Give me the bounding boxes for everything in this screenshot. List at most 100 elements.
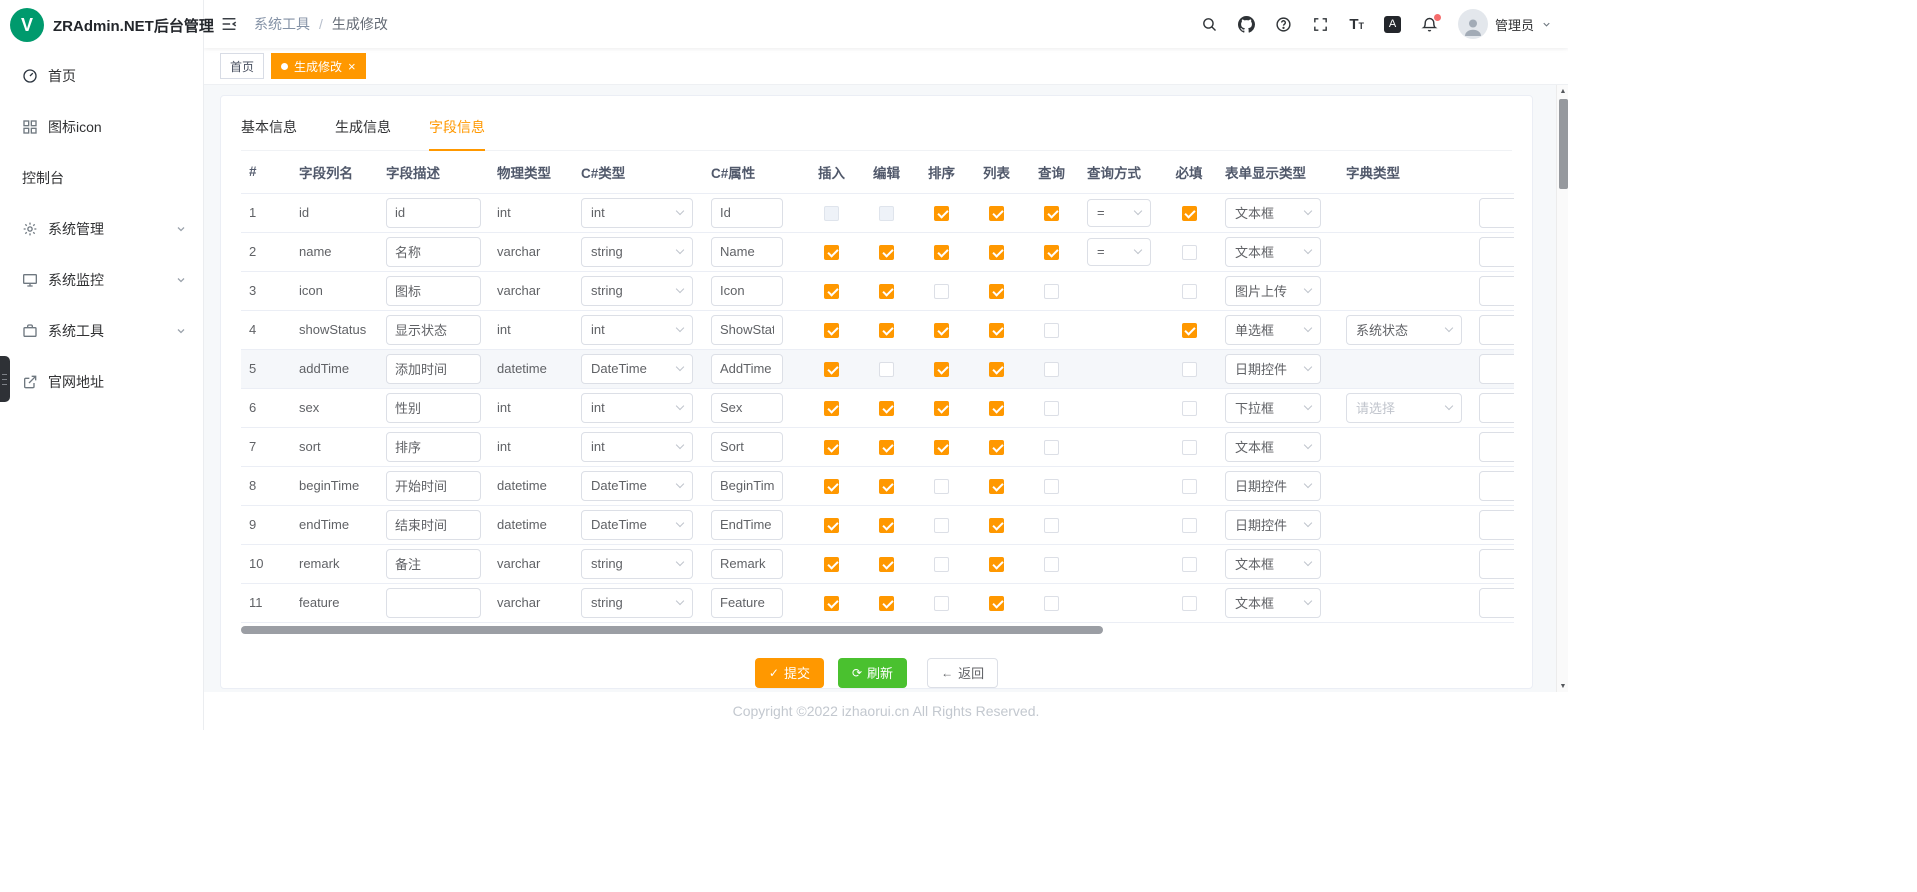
description-input[interactable] xyxy=(386,588,481,618)
sidebar-item-home[interactable]: 首页 xyxy=(0,50,203,101)
edit-checkbox[interactable] xyxy=(879,206,894,221)
refresh-button[interactable]: ⟳ 刷新 xyxy=(838,658,907,688)
extra-input[interactable] xyxy=(1479,237,1514,267)
sort-checkbox[interactable] xyxy=(934,596,949,611)
csharp-property-input[interactable] xyxy=(711,588,783,618)
notification-bell-icon[interactable] xyxy=(1421,16,1438,33)
edit-checkbox[interactable] xyxy=(879,440,894,455)
sort-checkbox[interactable] xyxy=(934,479,949,494)
list-checkbox[interactable] xyxy=(989,440,1004,455)
description-input[interactable] xyxy=(386,237,481,267)
csharp-property-input[interactable] xyxy=(711,432,783,462)
query-checkbox[interactable] xyxy=(1044,206,1059,221)
csharp-property-input[interactable] xyxy=(711,276,783,306)
edit-checkbox[interactable] xyxy=(879,479,894,494)
extra-input[interactable] xyxy=(1479,549,1514,579)
sidebar-item-icons[interactable]: 图标icon xyxy=(0,101,203,152)
tab-field-info[interactable]: 字段信息 xyxy=(429,117,485,150)
insert-checkbox[interactable] xyxy=(824,284,839,299)
help-icon[interactable] xyxy=(1275,16,1292,33)
csharp-type-select[interactable]: int xyxy=(581,393,693,423)
edit-checkbox[interactable] xyxy=(879,401,894,416)
font-size-icon[interactable]: TT xyxy=(1349,17,1364,32)
list-checkbox[interactable] xyxy=(989,557,1004,572)
back-button[interactable]: ← 返回 xyxy=(927,658,998,688)
edit-checkbox[interactable] xyxy=(879,323,894,338)
query-checkbox[interactable] xyxy=(1044,284,1059,299)
dict-type-select[interactable]: 请选择 xyxy=(1346,393,1462,423)
sort-checkbox[interactable] xyxy=(934,362,949,377)
description-input[interactable] xyxy=(386,276,481,306)
scroll-up-arrow-icon[interactable]: ▲ xyxy=(1557,85,1568,97)
insert-checkbox[interactable] xyxy=(824,401,839,416)
sort-checkbox[interactable] xyxy=(934,440,949,455)
edit-checkbox[interactable] xyxy=(879,362,894,377)
sidebar-item-website[interactable]: 官网地址 xyxy=(0,356,203,407)
csharp-type-select[interactable]: DateTime xyxy=(581,471,693,501)
sort-checkbox[interactable] xyxy=(934,323,949,338)
description-input[interactable] xyxy=(386,393,481,423)
description-input[interactable] xyxy=(386,315,481,345)
csharp-type-select[interactable]: string xyxy=(581,588,693,618)
user-menu[interactable]: 管理员 xyxy=(1458,9,1552,39)
required-checkbox[interactable] xyxy=(1182,557,1197,572)
app-logo[interactable]: V ZRAdmin.NET后台管理 xyxy=(0,0,203,50)
vertical-scrollbar[interactable]: ▲ ▼ xyxy=(1556,85,1568,692)
sort-checkbox[interactable] xyxy=(934,206,949,221)
csharp-property-input[interactable] xyxy=(711,393,783,423)
vertical-scrollbar-thumb[interactable] xyxy=(1559,99,1568,189)
query-checkbox[interactable] xyxy=(1044,362,1059,377)
edit-checkbox[interactable] xyxy=(879,596,894,611)
horizontal-scrollbar-thumb[interactable] xyxy=(241,626,1103,634)
list-checkbox[interactable] xyxy=(989,518,1004,533)
query-mode-select[interactable]: = xyxy=(1087,238,1151,266)
breadcrumb-parent[interactable]: 系统工具 xyxy=(254,14,310,34)
tag-home[interactable]: 首页 xyxy=(220,53,264,79)
submit-button[interactable]: ✓ 提交 xyxy=(755,658,824,688)
query-checkbox[interactable] xyxy=(1044,440,1059,455)
sort-checkbox[interactable] xyxy=(934,284,949,299)
csharp-type-select[interactable]: int xyxy=(581,198,693,228)
extra-input[interactable] xyxy=(1479,510,1514,540)
csharp-type-select[interactable]: int xyxy=(581,315,693,345)
sidebar-item-system-manage[interactable]: 系统管理 xyxy=(0,203,203,254)
insert-checkbox[interactable] xyxy=(824,245,839,260)
display-type-select[interactable]: 文本框 xyxy=(1225,198,1321,228)
edit-checkbox[interactable] xyxy=(879,284,894,299)
csharp-property-input[interactable] xyxy=(711,315,783,345)
csharp-type-select[interactable]: DateTime xyxy=(581,510,693,540)
required-checkbox[interactable] xyxy=(1182,323,1197,338)
query-checkbox[interactable] xyxy=(1044,518,1059,533)
description-input[interactable] xyxy=(386,510,481,540)
query-checkbox[interactable] xyxy=(1044,596,1059,611)
display-type-select[interactable]: 日期控件 xyxy=(1225,510,1321,540)
required-checkbox[interactable] xyxy=(1182,440,1197,455)
tab-generate-info[interactable]: 生成信息 xyxy=(335,117,391,150)
github-icon[interactable] xyxy=(1238,16,1255,33)
description-input[interactable] xyxy=(386,549,481,579)
extra-input[interactable] xyxy=(1479,471,1514,501)
sort-checkbox[interactable] xyxy=(934,518,949,533)
required-checkbox[interactable] xyxy=(1182,596,1197,611)
fullscreen-icon[interactable] xyxy=(1312,16,1329,33)
sidebar-collapse-icon[interactable] xyxy=(220,15,238,33)
sort-checkbox[interactable] xyxy=(934,245,949,260)
description-input[interactable] xyxy=(386,432,481,462)
description-input[interactable] xyxy=(386,354,481,384)
required-checkbox[interactable] xyxy=(1182,518,1197,533)
display-type-select[interactable]: 日期控件 xyxy=(1225,471,1321,501)
insert-checkbox[interactable] xyxy=(824,323,839,338)
display-type-select[interactable]: 文本框 xyxy=(1225,588,1321,618)
query-checkbox[interactable] xyxy=(1044,323,1059,338)
insert-checkbox[interactable] xyxy=(824,596,839,611)
extra-input[interactable] xyxy=(1479,393,1514,423)
csharp-type-select[interactable]: DateTime xyxy=(581,354,693,384)
list-checkbox[interactable] xyxy=(989,596,1004,611)
settings-drawer-handle[interactable] xyxy=(0,356,10,402)
list-checkbox[interactable] xyxy=(989,479,1004,494)
list-checkbox[interactable] xyxy=(989,206,1004,221)
insert-checkbox[interactable] xyxy=(824,440,839,455)
list-checkbox[interactable] xyxy=(989,401,1004,416)
csharp-type-select[interactable]: string xyxy=(581,237,693,267)
insert-checkbox[interactable] xyxy=(824,206,839,221)
